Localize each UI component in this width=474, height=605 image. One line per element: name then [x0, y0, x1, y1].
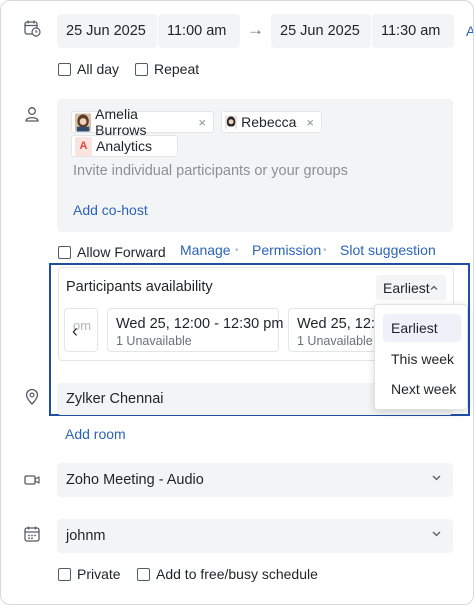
slot-prev-button[interactable]: om ‹ [64, 308, 98, 352]
end-date-field[interactable]: 25 Jun 2025 [271, 14, 371, 48]
chevron-down-icon [432, 475, 441, 481]
add-room-link[interactable]: Add room [65, 426, 126, 442]
participant-chip: Amelia Burrows × [71, 106, 214, 138]
remove-icon[interactable]: × [306, 115, 314, 130]
location-pin-icon [25, 388, 39, 405]
remove-icon[interactable]: × [198, 115, 206, 130]
calendar-value: johnm [66, 528, 106, 544]
freebusy-option[interactable]: Add to free/busy schedule [137, 566, 318, 582]
private-checkbox[interactable] [58, 567, 71, 581]
time-slot-card[interactable]: Wed 25, 12:3 1 Unavailable [288, 308, 378, 352]
event-form: 25 Jun 2025 11:00 am → 25 Jun 2025 11:30… [0, 0, 474, 605]
sort-option-next-week[interactable]: Next week [383, 375, 461, 403]
allow-forward-checkbox[interactable] [58, 245, 71, 259]
chevron-up-icon [430, 285, 438, 290]
participant-chip: Rebecca × [221, 111, 322, 133]
end-date-value: 25 Jun 2025 [280, 23, 360, 39]
invite-input[interactable]: Invite individual participants or your g… [73, 163, 348, 179]
participant-name: Rebecca [241, 114, 297, 130]
separator-dot: • [235, 245, 239, 256]
calendar-select[interactable]: johnm [57, 519, 453, 553]
end-time-field[interactable]: 11:30 am [372, 14, 454, 48]
repeat-label: Repeat [154, 61, 200, 77]
sort-value: Earliest [383, 279, 430, 296]
sort-menu: Earliest This week Next week [374, 304, 468, 410]
start-date-field[interactable]: 25 Jun 2025 [57, 14, 157, 48]
group-chip: A Analytics [71, 135, 178, 157]
avatar [75, 112, 92, 132]
participant-name: Analytics [96, 138, 153, 154]
avatar [225, 115, 238, 129]
private-label: Private [77, 566, 121, 582]
sort-dropdown[interactable]: Earliest [376, 275, 446, 300]
freebusy-label: Add to free/busy schedule [156, 566, 318, 582]
sort-option-earliest[interactable]: Earliest [383, 314, 461, 342]
slot-time: Wed 25, 12:00 - 12:30 pm [116, 316, 284, 332]
slot-status: 1 Unavailable [297, 334, 373, 348]
manage-link[interactable]: Manage [180, 242, 231, 258]
permission-link[interactable]: Permission [252, 242, 321, 258]
time-slot-card[interactable]: Wed 25, 12:00 - 12:30 pm 1 Unavailable [107, 308, 284, 352]
location-value: Zylker Chennai [66, 391, 164, 407]
freebusy-checkbox[interactable] [137, 567, 150, 581]
sort-option-this-week[interactable]: This week [383, 345, 461, 373]
all-day-label: All day [77, 61, 120, 77]
allow-forward-label: Allow Forward [77, 244, 166, 260]
repeat-checkbox[interactable] [135, 62, 148, 76]
start-time-field[interactable]: 11:00 am [158, 14, 240, 48]
all-day-checkbox[interactable] [58, 62, 71, 76]
chevron-left-icon: ‹ [72, 321, 78, 341]
availability-title: Participants availability [66, 279, 213, 295]
calendar-icon [24, 526, 40, 542]
start-time-value: 11:00 am [167, 23, 227, 39]
video-camera-icon [24, 475, 40, 485]
add-cohost-link[interactable]: Add co-host [73, 202, 148, 218]
start-date-value: 25 Jun 2025 [66, 23, 146, 39]
all-day-option[interactable]: All day [58, 61, 119, 77]
calendar-clock-icon [24, 20, 41, 37]
meeting-value: Zoho Meeting - Audio [66, 472, 204, 488]
chevron-down-icon [432, 531, 441, 537]
meeting-provider-select[interactable]: Zoho Meeting - Audio [57, 463, 453, 497]
slot-time: Wed 25, 12:3 [297, 316, 378, 332]
timezone-link[interactable]: A [466, 23, 473, 39]
separator-dot: • [323, 245, 327, 256]
date-range-arrow-icon: → [247, 20, 264, 39]
participant-name: Amelia Burrows [95, 106, 147, 138]
repeat-option[interactable]: Repeat [135, 61, 199, 77]
allow-forward-option[interactable]: Allow Forward [58, 244, 166, 260]
private-option[interactable]: Private [58, 566, 121, 582]
person-icon [25, 107, 39, 122]
group-initial-icon: A [75, 136, 92, 156]
slot-suggestion-link[interactable]: Slot suggestion [340, 242, 436, 258]
slot-status: 1 Unavailable [116, 334, 192, 348]
end-time-value: 11:30 am [381, 23, 441, 39]
